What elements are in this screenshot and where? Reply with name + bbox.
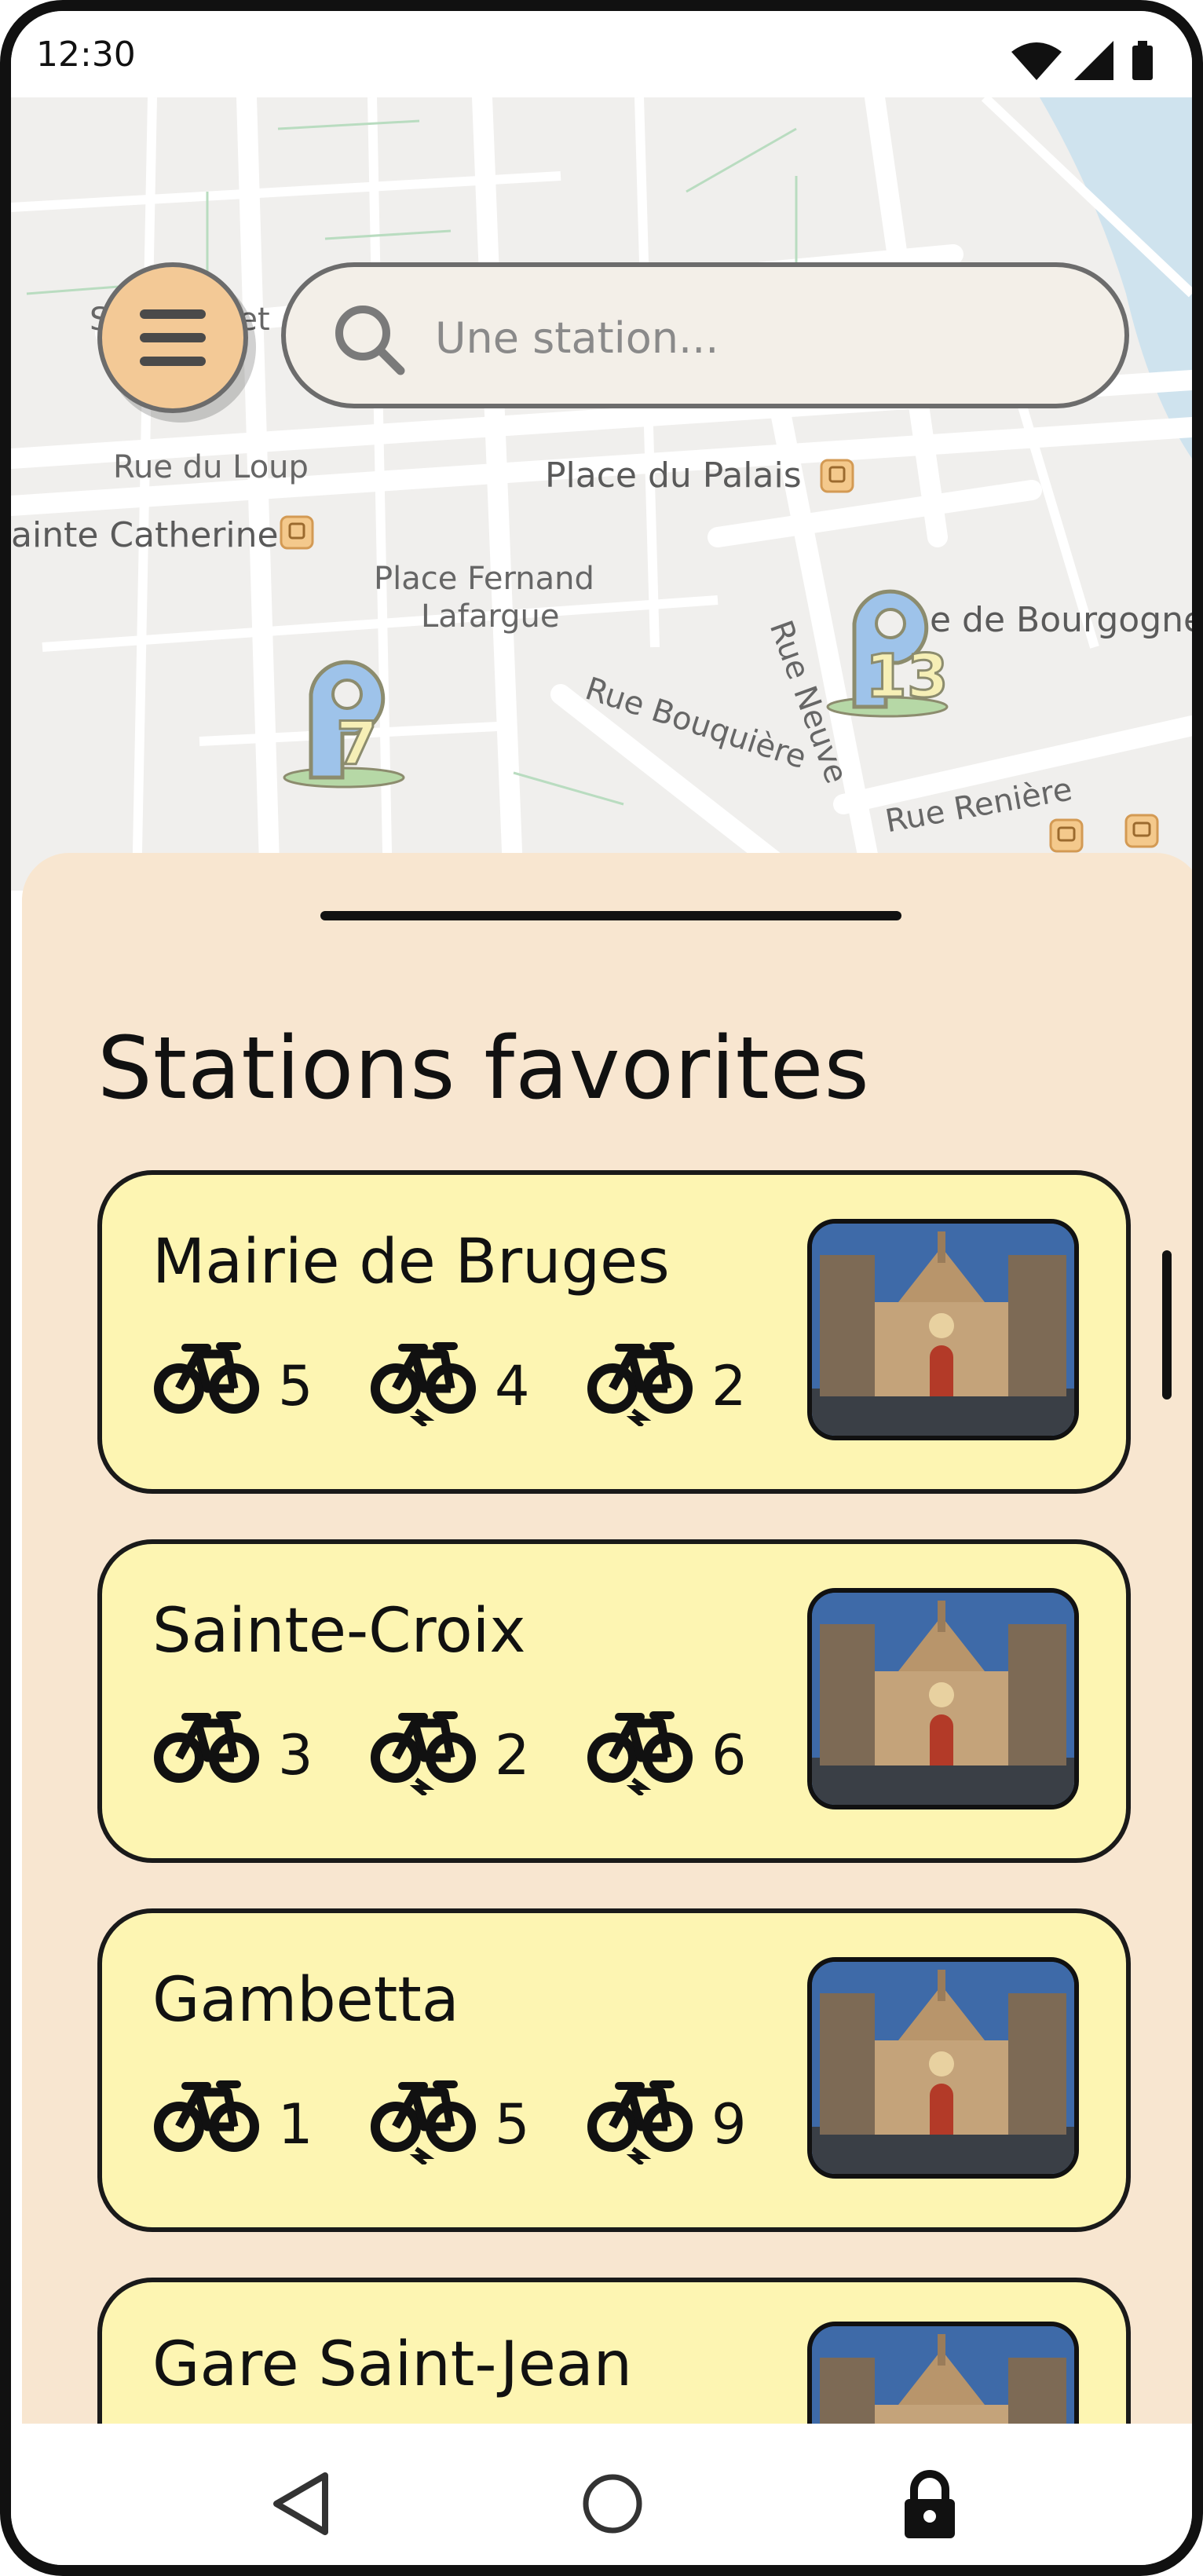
station-name: Gare Saint-Jean [152,2329,633,2400]
bikes-count: 1 [278,2092,313,2157]
station-marker[interactable]: 7 [280,639,413,812]
bike-icon [154,2080,259,2152]
sheet-title: Stations favorites [97,1018,870,1118]
home-circle-icon[interactable] [573,2464,652,2543]
station-photo [807,1588,1079,1809]
tram-stop-icon [280,515,314,550]
station-card[interactable]: Sainte-Croix 3 2 6 [97,1539,1131,1863]
favorites-sheet[interactable]: Stations favorites Mairie de Bruges 5 4 … [22,853,1192,2565]
hamburger-icon [140,309,206,366]
signal-icon [1074,41,1113,80]
bike-icon [154,1342,259,1414]
dock-icon [587,1711,693,1795]
back-triangle-icon[interactable] [262,2464,341,2543]
ebikes-count: 2 [495,1723,530,1787]
docks-count: 9 [711,2092,747,2157]
station-marker-count: 13 [865,640,950,712]
dock-icon [587,1342,693,1426]
ebike-icon [371,1342,476,1426]
menu-button[interactable] [97,262,248,413]
status-time: 12:30 [36,35,136,75]
ebikes-count: 4 [495,1354,530,1418]
cathedral-image [812,1962,1074,2174]
scrollbar[interactable] [1162,1250,1172,1400]
station-photo [807,1219,1079,1440]
station-marker-count: 7 [335,708,379,780]
bus-stop-icon [1124,814,1159,848]
bike-icon [154,1711,259,1783]
cathedral-image [812,1224,1074,1436]
station-name: Mairie de Bruges [152,1227,670,1297]
search-input[interactable] [433,294,1081,382]
station-photo [807,1957,1079,2179]
phone-frame: 12:30 Rue du Loup Place du Palais ainte … [0,0,1203,2576]
ebike-icon [371,2080,476,2164]
station-marker[interactable]: 13 [823,569,956,741]
bikes-count: 5 [278,1354,313,1418]
status-bar: 12:30 [11,11,1192,97]
dock-icon [587,2080,693,2164]
bus-stop-icon [1049,818,1084,853]
battery-icon [1132,46,1153,80]
cathedral-image [812,1593,1074,1805]
lock-icon[interactable] [890,2464,969,2543]
map-label: Rue du Loup [113,449,309,485]
station-card[interactable]: Mairie de Bruges 5 4 2 [97,1170,1131,1494]
map-label: e de Bourgogne [930,600,1203,640]
map-label: Lafargue [421,598,560,635]
station-name: Gambetta [152,1965,459,2036]
station-card[interactable]: Gambetta 1 5 9 [97,1908,1131,2232]
map-view[interactable]: Saint Projet Rue du Loup Place du Palais… [11,97,1192,891]
docks-count: 6 [711,1723,747,1787]
search-icon [335,306,405,375]
system-nav-bar [11,2424,1192,2565]
sheet-drag-handle[interactable] [320,911,901,920]
tram-stop-icon [820,459,854,493]
station-name: Sainte-Croix [152,1596,526,1667]
map-label: Place du Palais [545,456,802,496]
ebikes-count: 5 [495,2092,530,2157]
status-icons [1011,41,1153,80]
map-label: Place Fernand [374,561,594,597]
search-bar[interactable] [281,262,1129,408]
map-label: ainte Catherine [11,515,279,555]
wifi-icon [1011,42,1062,80]
bikes-count: 3 [278,1723,313,1787]
ebike-icon [371,1711,476,1795]
docks-count: 2 [711,1354,747,1418]
